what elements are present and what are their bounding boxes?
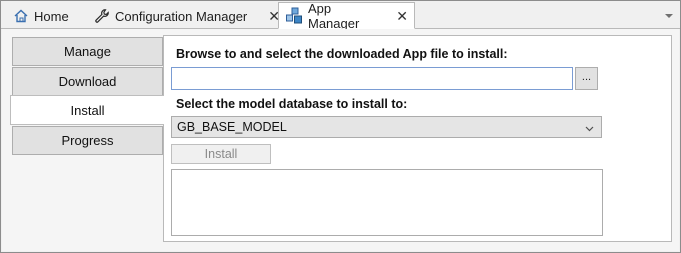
- chevron-down-icon[interactable]: [664, 10, 674, 20]
- app-manager-icon: [285, 7, 303, 25]
- install-log-textarea[interactable]: [171, 169, 603, 236]
- browse-label: Browse to and select the downloaded App …: [176, 47, 508, 61]
- tab-configuration-manager[interactable]: Configuration Manager ✕: [88, 3, 286, 29]
- app-window: Home Configuration Manager ✕ App Manager…: [0, 0, 681, 253]
- app-file-path-input[interactable]: [171, 67, 573, 90]
- nav-download-button[interactable]: Download: [12, 67, 163, 96]
- tab-configuration-manager-label: Configuration Manager: [115, 8, 248, 24]
- tab-app-manager-label: App Manager: [308, 0, 360, 31]
- browse-button[interactable]: ...: [575, 67, 598, 90]
- nav-install-button[interactable]: Install: [10, 95, 164, 125]
- nav-manage-button[interactable]: Manage: [12, 37, 163, 66]
- chevron-down-icon: [585, 122, 594, 132]
- close-icon[interactable]: ✕: [396, 9, 408, 23]
- home-icon: [13, 8, 29, 24]
- app-manager-content: Manage Download Install Progress Browse …: [2, 29, 679, 251]
- install-panel: Browse to and select the downloaded App …: [163, 35, 672, 242]
- model-database-select[interactable]: GB_BASE_MODEL: [171, 116, 602, 138]
- model-database-value: GB_BASE_MODEL: [177, 120, 287, 134]
- tab-app-manager[interactable]: App Manager ✕: [278, 0, 415, 31]
- tab-strip: Home Configuration Manager ✕ App Manager…: [1, 0, 680, 31]
- model-database-label: Select the model database to install to:: [176, 97, 408, 111]
- tab-home-label: Home: [34, 8, 69, 24]
- wrench-icon: [94, 8, 110, 24]
- install-button[interactable]: Install: [171, 144, 271, 164]
- tab-home[interactable]: Home: [7, 3, 75, 29]
- nav-progress-button[interactable]: Progress: [12, 126, 163, 155]
